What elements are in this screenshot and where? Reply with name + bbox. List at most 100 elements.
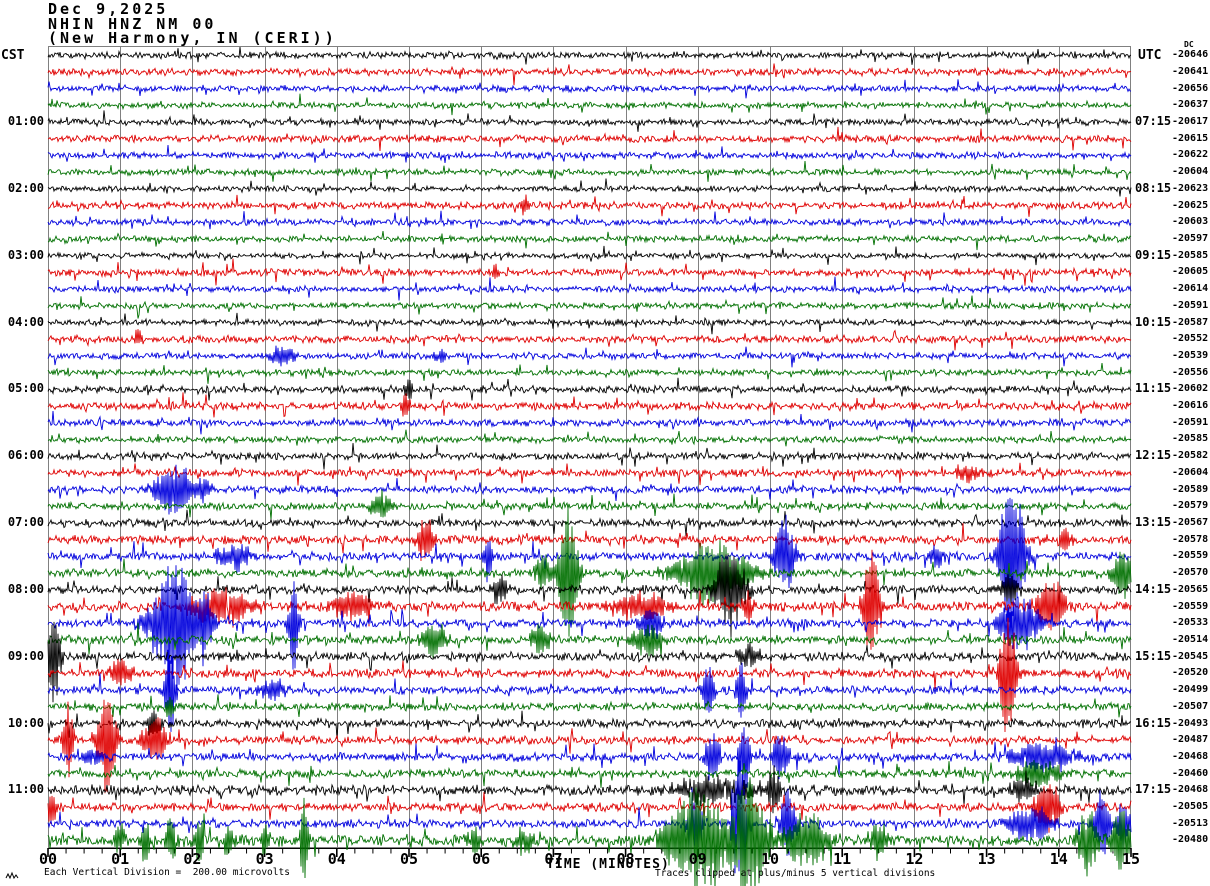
dc-offset-value: -20656 (1172, 82, 1209, 94)
left-axis-title: CST (1, 48, 25, 63)
dc-offset-value: -20539 (1172, 349, 1209, 361)
dc-offset-value: -20637 (1172, 99, 1209, 111)
cst-hour-label: 03:00 (7, 247, 44, 262)
dc-offset-value: -20591 (1172, 299, 1209, 311)
dc-offset-value: -20641 (1172, 65, 1209, 77)
dc-offset-value: -20589 (1172, 483, 1209, 495)
dc-offset-value: -20520 (1172, 667, 1209, 679)
dc-offset-value: -20582 (1172, 450, 1209, 462)
trace-row-40 (47, 710, 1132, 739)
cst-hour-label: 10:00 (7, 715, 44, 730)
trace-row-10 (47, 210, 1132, 230)
trace-row-7 (47, 160, 1132, 182)
trace-row-23 (47, 429, 1132, 447)
dc-offset-value: -20468 (1172, 784, 1209, 796)
cst-hour-label: 07:00 (7, 515, 44, 530)
trace-row-0 (47, 46, 1132, 65)
utc-hour-label: 14:15 (1135, 581, 1172, 596)
trace-row-2 (47, 79, 1132, 99)
trace-row-17 (47, 329, 1132, 351)
dc-offset-value: -20559 (1172, 550, 1209, 562)
trace-row-11 (47, 231, 1132, 251)
trace-row-16 (47, 312, 1132, 335)
trace-row-41 (47, 699, 1132, 794)
trace-row-15 (47, 295, 1132, 319)
dc-offset-value: -20578 (1172, 533, 1209, 545)
trace-row-12 (47, 245, 1132, 266)
trace-row-45 (47, 784, 1132, 834)
dc-offset-value: -20646 (1172, 49, 1209, 61)
trace-row-4 (47, 110, 1132, 132)
trace-row-5 (47, 126, 1132, 152)
dc-offset-value: -20552 (1172, 333, 1209, 345)
dc-offset-value: -20587 (1172, 316, 1209, 328)
utc-hour-label: 12:15 (1135, 448, 1172, 463)
dc-offset-value: -20625 (1172, 199, 1209, 211)
dc-offset-value: -20604 (1172, 166, 1209, 178)
trace-row-27 (47, 489, 1132, 520)
trace-row-28 (47, 509, 1132, 536)
dc-offset-value: -20570 (1172, 567, 1209, 579)
dc-offset-value: -20585 (1172, 433, 1209, 445)
utc-hour-label: 11:15 (1135, 381, 1172, 396)
dc-offset-value: -20480 (1172, 834, 1209, 846)
scale-marker-icon (5, 871, 19, 880)
trace-row-24 (47, 443, 1132, 470)
dc-offset-value: -20514 (1172, 633, 1209, 645)
trace-row-18 (47, 345, 1131, 368)
seismogram-plot (47, 46, 1132, 886)
dc-offset-value: -20493 (1172, 717, 1209, 729)
cst-hour-label: 11:00 (7, 782, 44, 797)
trace-row-22 (47, 410, 1132, 435)
dc-offset-value: -20597 (1172, 232, 1209, 244)
dc-offset-value: -20615 (1172, 132, 1209, 144)
dc-offset-value: -20460 (1172, 767, 1209, 779)
dc-offset-value: -20604 (1172, 466, 1209, 478)
dc-offset-value: -20505 (1172, 801, 1209, 813)
header-location: (New Harmony, IN (CERI)) (48, 29, 337, 47)
right-axis-title: UTC (1138, 48, 1162, 63)
plot-header: Dec 9,2025 NHIN HNZ NM 00 (New Harmony, IN… (48, 2, 337, 46)
trace-row-20 (47, 377, 1132, 401)
utc-hour-label: 07:15 (1135, 114, 1172, 129)
trace-row-13 (47, 258, 1132, 286)
cst-hour-label: 04:00 (7, 314, 44, 329)
cst-hour-label: 05:00 (7, 381, 44, 396)
dc-offset-value: -20602 (1172, 383, 1209, 395)
trace-row-42 (47, 727, 1132, 793)
trace-row-39 (47, 694, 1132, 718)
dc-offset-value: -20468 (1172, 750, 1209, 762)
cst-hour-label: 06:00 (7, 448, 44, 463)
trace-row-8 (47, 178, 1132, 197)
dc-offset-value: -20567 (1172, 517, 1209, 529)
dc-offset-value: -20487 (1172, 734, 1209, 746)
dc-offset-value: -20565 (1172, 583, 1209, 595)
dc-offset-value: -20622 (1172, 149, 1209, 161)
utc-hour-label: 10:15 (1135, 314, 1172, 329)
trace-row-21 (47, 392, 1132, 418)
cst-hour-label: 08:00 (7, 581, 44, 596)
dc-offset-value: -20605 (1172, 266, 1209, 278)
dc-offset-value: -20617 (1172, 116, 1209, 128)
trace-row-1 (47, 63, 1132, 86)
scale-note: Each Vertical Division = 200.00 microvol… (44, 867, 290, 878)
dc-offset-value: -20513 (1172, 817, 1209, 829)
utc-hour-label: 09:15 (1135, 247, 1172, 262)
trace-row-14 (48, 276, 1132, 301)
dc-offset-value: -20559 (1172, 600, 1209, 612)
cst-hour-label: 01:00 (7, 114, 44, 129)
dc-offset-value: -20556 (1172, 366, 1209, 378)
dc-offset-value: -20616 (1172, 400, 1209, 412)
clip-note: Traces clipped at plus/minus 5 vertical … (655, 868, 936, 879)
cst-hour-label: 02:00 (7, 180, 44, 195)
dc-offset-value: -20591 (1172, 416, 1209, 428)
dc-offset-value: -20545 (1172, 650, 1209, 662)
trace-row-6 (47, 145, 1132, 164)
trace-row-19 (47, 362, 1132, 384)
dc-offset-value: -20499 (1172, 684, 1209, 696)
trace-row-9 (47, 194, 1132, 217)
utc-hour-label: 16:15 (1135, 715, 1172, 730)
trace-row-3 (47, 93, 1132, 116)
helicorder-screen: Dec 9,2025 NHIN HNZ NM 00 (New Harmony, IN… (0, 0, 1210, 886)
utc-hour-label: 17:15 (1135, 782, 1172, 797)
